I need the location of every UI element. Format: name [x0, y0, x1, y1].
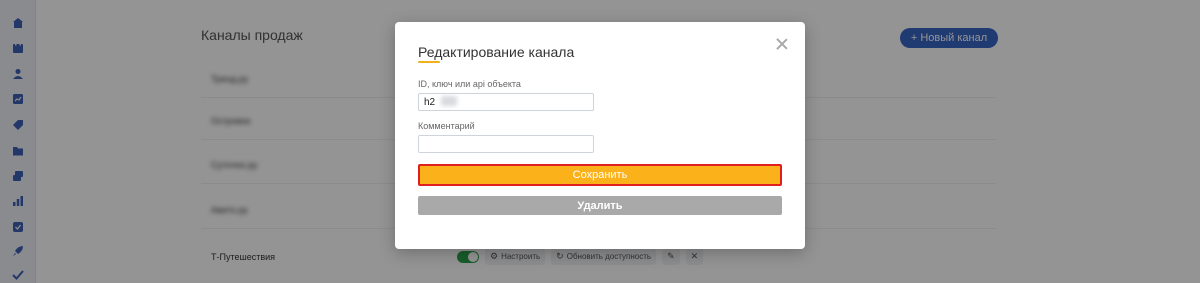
comment-field[interactable] — [418, 135, 594, 153]
edit-channel-dialog: Редактирование канала ID, ключ или api о… — [395, 22, 805, 249]
title-underline — [418, 61, 440, 63]
close-icon[interactable] — [776, 38, 788, 50]
redacted-value — [441, 96, 457, 106]
id-field-label: ID, ключ или api объекта — [418, 79, 521, 89]
dialog-title: Редактирование канала — [418, 44, 575, 60]
save-button[interactable]: Сохранить — [418, 164, 782, 186]
comment-field-label: Комментарий — [418, 121, 475, 131]
delete-button[interactable]: Удалить — [418, 196, 782, 215]
